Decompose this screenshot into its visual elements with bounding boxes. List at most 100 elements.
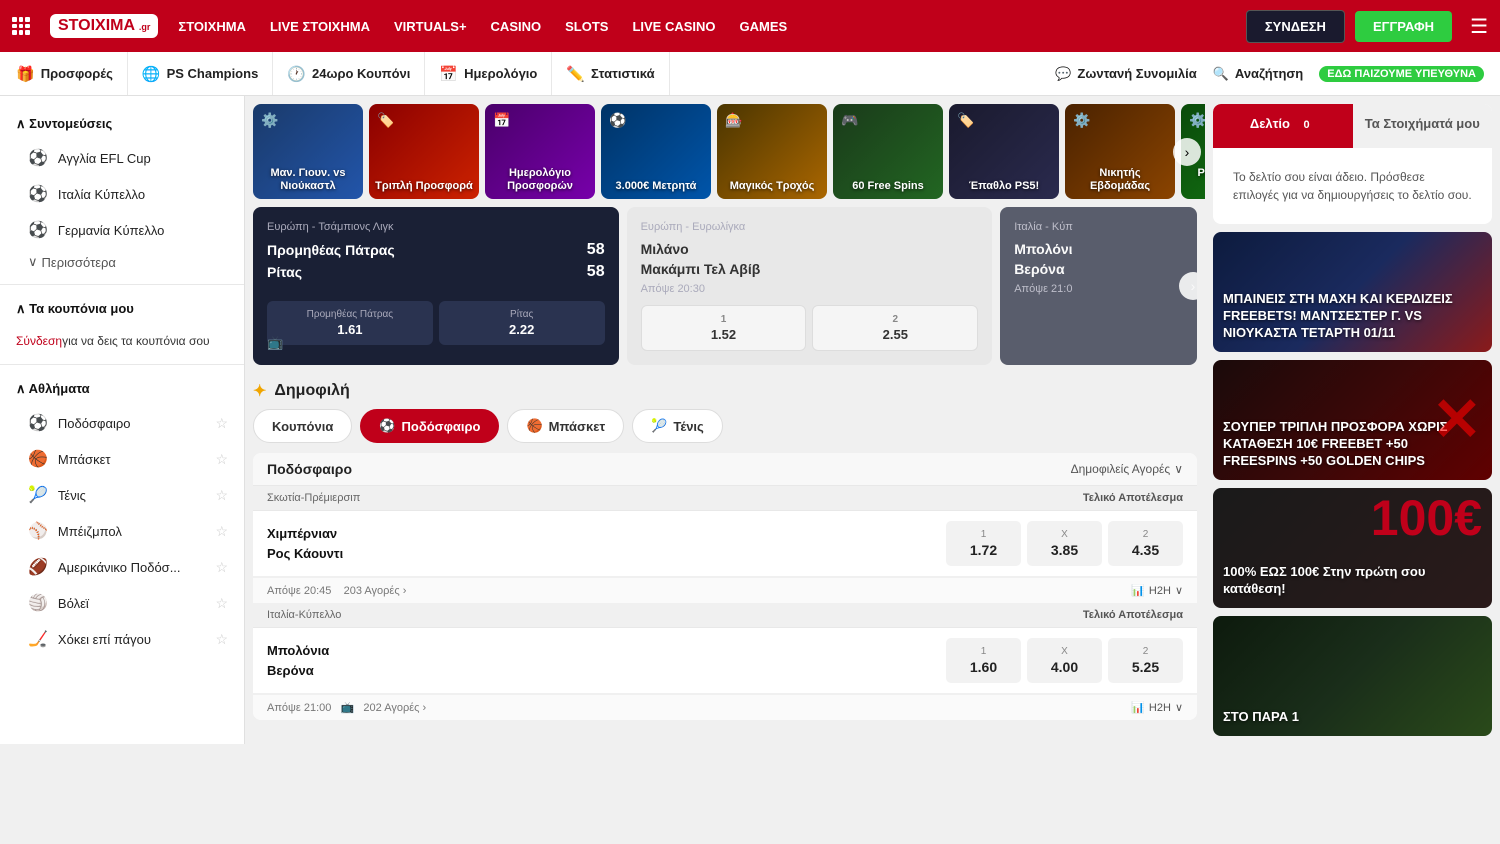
nav-virtuals[interactable]: VIRTUALS+: [394, 19, 467, 34]
promo-banner-2[interactable]: 100% ΕΩΣ 100€ Στην πρώτη σου κατάθεση! 1…: [1213, 488, 1492, 608]
sidebar-item-germany[interactable]: ⚽ Γερμανία Κύπελλο: [0, 212, 244, 248]
subnav-chat[interactable]: 💬 Ζωντανή Συνομιλία: [1055, 66, 1197, 82]
nav-casino[interactable]: CASINO: [491, 19, 542, 34]
live-matches-row: Ευρώπη - Τσάμπιονς Λιγκ Προμηθέας Πάτρας…: [245, 207, 1205, 373]
h2h-btn-0[interactable]: 📊 H2H ∨: [1131, 584, 1183, 597]
h2h-btn-1[interactable]: 📊 H2H ∨: [1131, 701, 1183, 714]
tab-football[interactable]: ⚽ Ποδόσφαιρο: [360, 409, 499, 443]
odd-btn-0-2[interactable]: 2 4.35: [1108, 521, 1183, 566]
odds-btn-1-1[interactable]: 1 1.52: [641, 305, 807, 351]
nav-games[interactable]: GAMES: [740, 19, 788, 34]
match-odds-1: 1 1.60 X 4.00 2 5.25: [946, 638, 1183, 683]
sidebar-item-baseball[interactable]: ⚾ Μπέιζμπολ ☆: [0, 513, 244, 549]
favorite-star-icon-4[interactable]: ☆: [215, 523, 228, 540]
promo-text-2: 100% ΕΩΣ 100€ Στην πρώτη σου κατάθεση!: [1213, 554, 1492, 608]
sidebar-sports-header[interactable]: ∧ Αθλήματα: [0, 373, 244, 405]
result-label-0: Τελικό Αποτέλεσμα: [1083, 492, 1183, 504]
banner-card-0[interactable]: ⚙️ Μαν. Γιουν. vs Νιούκαστλ: [253, 104, 363, 199]
live-next-button[interactable]: ›: [1179, 272, 1197, 300]
subnav-ps-champions[interactable]: 🌐 PS Champions: [128, 52, 273, 95]
odd-val-1-1: 1.60: [970, 659, 997, 675]
odds-btn-0-2[interactable]: Ρίτας 2.22: [439, 301, 605, 345]
promo-banner-1[interactable]: ΣΟΥΠΕΡ ΤΡΙΠΛΗ ΠΡΟΣΦΟΡΑ ΧΩΡΙΣ ΚΑΤΑΘΕΣΗ 10…: [1213, 360, 1492, 480]
odds-btn-1-2[interactable]: 2 2.55: [812, 305, 978, 351]
coupon-login-link[interactable]: Σύνδεση: [16, 334, 62, 348]
odd-val-0-1: 1.72: [970, 542, 997, 558]
nav-live-stoixima[interactable]: LIVE ΣΤΟΙΧΗΜΑ: [270, 19, 370, 34]
tab-tennis[interactable]: 🎾 Τένις: [632, 409, 723, 443]
sidebar-coupons-header[interactable]: ∧ Τα κουπόνια μου: [0, 293, 244, 325]
banner-card-7[interactable]: ⚙️ Νικητής Εβδομάδας: [1065, 104, 1175, 199]
tab-coupons[interactable]: Κουπόνια: [253, 409, 352, 443]
sidebar-football-label: Ποδόσφαιρο: [58, 416, 131, 431]
banner-label-0: Μαν. Γιουν. vs Νιούκαστλ: [259, 167, 357, 193]
chevron-down-icon-h2h-2: ∨: [1175, 701, 1183, 714]
favorite-star-icon-3[interactable]: ☆: [215, 487, 228, 504]
login-button[interactable]: ΣΥΝΔΕΣΗ: [1246, 10, 1345, 43]
markets-link-1[interactable]: 202 Αγορές ›: [363, 702, 426, 714]
banner-icon-2: 📅: [493, 112, 510, 129]
odd-val-1-2: 5.25: [1132, 659, 1159, 675]
logo[interactable]: STOIXIMA .gr: [50, 14, 158, 38]
gift-icon: 🎁: [16, 65, 35, 83]
betslip-tab-mybets[interactable]: Τα Στοιχήματά μου: [1353, 104, 1493, 148]
odd-btn-0-1[interactable]: 1 1.72: [946, 521, 1021, 566]
nav-slots[interactable]: SLOTS: [565, 19, 608, 34]
team-row-2-1: Μπολόνι: [1014, 241, 1183, 257]
odd-btn-1-2[interactable]: 2 5.25: [1108, 638, 1183, 683]
subnav-right: 💬 Ζωντανή Συνομιλία 🔍 Αναζήτηση ΕΔΩ ΠΑΙΖ…: [1055, 66, 1484, 82]
banner-card-1[interactable]: 🏷️ Τριπλή Προσφορά: [369, 104, 479, 199]
register-button[interactable]: ΕΓΓΡΑΦΗ: [1355, 11, 1452, 42]
odd-btn-1-x[interactable]: X 4.00: [1027, 638, 1102, 683]
favorite-star-icon-2[interactable]: ☆: [215, 451, 228, 468]
sidebar-shortcuts-header[interactable]: ∧ Συντομεύσεις: [0, 108, 244, 140]
banner-card-3[interactable]: ⚽ 3.000€ Μετρητά: [601, 104, 711, 199]
sidebar-item-england[interactable]: ⚽ Αγγλία EFL Cup: [0, 140, 244, 176]
odds-btn-0-1[interactable]: Προμηθέας Πάτρας 1.61: [267, 301, 433, 345]
betslip-tab-delta[interactable]: Δελτίο 0: [1213, 104, 1353, 148]
responsible-gaming-badge[interactable]: ΕΔΩ ΠΑΙΖΟΥΜΕ ΥΠΕΥΘΥΝΑ: [1319, 66, 1484, 82]
favorite-star-icon-5[interactable]: ☆: [215, 559, 228, 576]
banner-label-7: Νικητής Εβδομάδας: [1071, 167, 1169, 193]
odd-btn-1-1[interactable]: 1 1.60: [946, 638, 1021, 683]
league-name-0: Σκωτία-Πρέμιερσιπ: [267, 492, 360, 504]
promo-banner-0[interactable]: ΜΠΑΙΝΕΙΣ ΣΤΗ ΜΑΧΗ ΚΑΙ ΚΕΡΔΙΖΕΙΣ FREEBETS…: [1213, 232, 1492, 352]
favorite-star-icon-7[interactable]: ☆: [215, 631, 228, 648]
sidebar-item-basketball[interactable]: 🏀 Μπάσκετ ☆: [0, 441, 244, 477]
subnav-search[interactable]: 🔍 Αναζήτηση: [1213, 66, 1304, 82]
banner-card-4[interactable]: 🎰 Μαγικός Τροχός: [717, 104, 827, 199]
sidebar-item-hockey[interactable]: 🏒 Χόκει επί πάγου ☆: [0, 621, 244, 657]
banner-next-button[interactable]: ›: [1173, 138, 1201, 166]
sidebar-item-volleyball[interactable]: 🏐 Βόλεϊ ☆: [0, 585, 244, 621]
banner-label-3: 3.000€ Μετρητά: [616, 180, 697, 193]
favorite-star-icon[interactable]: ☆: [215, 415, 228, 432]
subnav-offers[interactable]: 🎁 Προσφορές: [16, 52, 128, 95]
banner-icon-3: ⚽: [609, 112, 626, 129]
nav-stoixima[interactable]: ΣΤΟΙΧΗΜΑ: [178, 19, 246, 34]
tab-basketball[interactable]: 🏀 Μπάσκετ: [507, 409, 624, 443]
subnav-stats[interactable]: ✏️ Στατιστικά: [552, 52, 669, 95]
markets-link-0[interactable]: 203 Αγορές ›: [344, 585, 407, 597]
match-footer-1: Απόψε 21:00 📺 202 Αγορές › 📊 H2H ∨: [253, 694, 1197, 720]
sidebar-item-americanfootball[interactable]: 🏈 Αμερικάνικο Ποδόσ... ☆: [0, 549, 244, 585]
banner-card-6[interactable]: 🏷️ Έπαθλο PS5!: [949, 104, 1059, 199]
banner-card-5[interactable]: 🎮 60 Free Spins: [833, 104, 943, 199]
promo-banner-3[interactable]: ΣΤΟ ΠΑΡΑ 1: [1213, 616, 1492, 736]
odd-btn-0-x[interactable]: X 3.85: [1027, 521, 1102, 566]
sidebar-germany-label: Γερμανία Κύπελλο: [58, 223, 164, 238]
grid-icon[interactable]: [12, 17, 30, 35]
favorite-star-icon-6[interactable]: ☆: [215, 595, 228, 612]
sidebar-more-shortcuts[interactable]: ∨ Περισσότερα: [0, 248, 244, 276]
banner-icon-4: 🎰: [725, 112, 742, 129]
sidebar-item-italy[interactable]: ⚽ Ιταλία Κύπελλο: [0, 176, 244, 212]
subnav-calendar[interactable]: 📅 Ημερολόγιο: [425, 52, 552, 95]
banner-card-2[interactable]: 📅 Ημερολόγιο Προσφορών: [485, 104, 595, 199]
nav-live-casino[interactable]: LIVE CASINO: [632, 19, 715, 34]
sidebar-item-football[interactable]: ⚽ Ποδόσφαιρο ☆: [0, 405, 244, 441]
sidebar-item-tennis[interactable]: 🎾 Τένις ☆: [0, 477, 244, 513]
chat-icon: 💬: [1055, 66, 1071, 82]
subnav-24hr[interactable]: 🕐 24ωρο Κουπόνι: [273, 52, 425, 95]
hamburger-icon[interactable]: ☰: [1470, 14, 1488, 39]
banner-label-2: Ημερολόγιο Προσφορών: [491, 167, 589, 193]
popular-markets-btn[interactable]: Δημοφιλείς Αγορές ∨: [1071, 462, 1183, 476]
